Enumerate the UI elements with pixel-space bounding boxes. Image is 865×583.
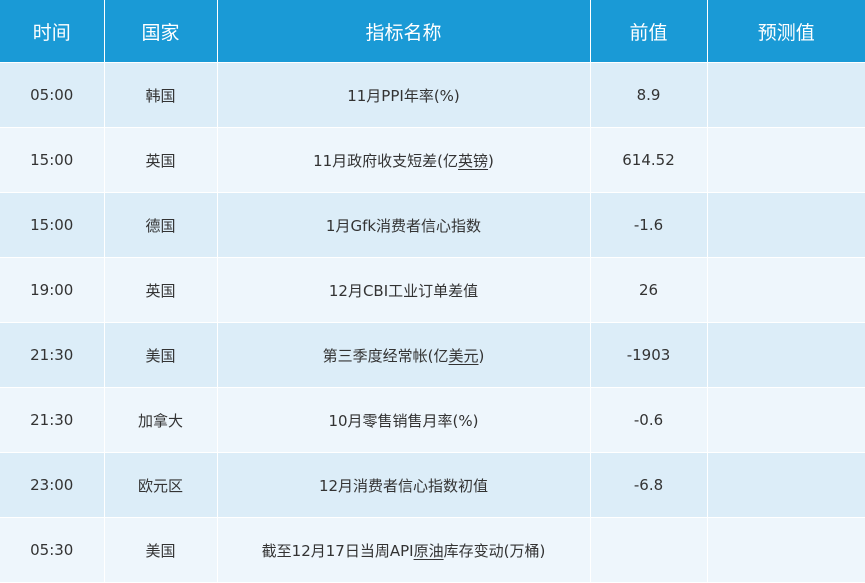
indicator-text: 截至12月17日当周API (261, 541, 414, 560)
header-time: 时间 (0, 0, 105, 63)
cell-forecast (707, 452, 865, 518)
table-row: 05:30 美国 截至12月17日当周API原油库存变动(万桶) (0, 517, 865, 583)
cell-indicator-name: 第三季度经常帐(亿美元) (217, 322, 591, 388)
indicator-text: 10月零售销售月率(%) (328, 411, 479, 430)
indicator-text: 12月CBI工业订单差值 (328, 281, 479, 300)
cell-country: 欧元区 (104, 452, 218, 518)
cell-forecast (707, 127, 865, 193)
cell-previous: -0.6 (590, 387, 708, 453)
cell-forecast (707, 517, 865, 583)
table-row: 05:00 韩国 11月PPI年率(%) 8.9 (0, 62, 865, 128)
header-indicator-name: 指标名称 (217, 0, 591, 63)
cell-time: 05:00 (0, 62, 105, 128)
cell-indicator-name: 截至12月17日当周API原油库存变动(万桶) (217, 517, 591, 583)
cell-country: 英国 (104, 257, 218, 323)
cell-forecast (707, 62, 865, 128)
indicator-text-tail: 库存变动(万桶) (443, 541, 546, 560)
cell-indicator-name: 10月零售销售月率(%) (217, 387, 591, 453)
cell-previous: -1.6 (590, 192, 708, 258)
cell-forecast (707, 257, 865, 323)
cell-previous: 26 (590, 257, 708, 323)
cell-time: 15:00 (0, 127, 105, 193)
economic-calendar-table: 时间 国家 指标名称 前值 预测值 05:00 韩国 11月PPI年率(%) 8… (0, 0, 865, 583)
table-row: 23:00 欧元区 12月消费者信心指数初值 -6.8 (0, 452, 865, 518)
table-row: 21:30 美国 第三季度经常帐(亿美元) -1903 (0, 322, 865, 388)
indicator-text: 1月Gfk消费者信心指数 (325, 216, 482, 235)
cell-forecast (707, 192, 865, 258)
table-header: 时间 国家 指标名称 前值 预测值 (0, 0, 865, 63)
indicator-link[interactable]: 英镑 (458, 152, 488, 170)
cell-time: 21:30 (0, 322, 105, 388)
cell-indicator-name: 12月消费者信心指数初值 (217, 452, 591, 518)
cell-time: 21:30 (0, 387, 105, 453)
cell-indicator-name: 12月CBI工业订单差值 (217, 257, 591, 323)
cell-previous (590, 517, 708, 583)
table-row: 19:00 英国 12月CBI工业订单差值 26 (0, 257, 865, 323)
table-row: 15:00 德国 1月Gfk消费者信心指数 -1.6 (0, 192, 865, 258)
cell-previous: -1903 (590, 322, 708, 388)
cell-previous: 8.9 (590, 62, 708, 128)
indicator-text: 第三季度经常帐(亿 (322, 346, 449, 365)
indicator-text-tail: ) (488, 151, 494, 170)
cell-country: 德国 (104, 192, 218, 258)
cell-indicator-name: 1月Gfk消费者信心指数 (217, 192, 591, 258)
header-row: 时间 国家 指标名称 前值 预测值 (0, 0, 865, 63)
cell-previous: 614.52 (590, 127, 708, 193)
cell-indicator-name: 11月PPI年率(%) (217, 62, 591, 128)
cell-country: 韩国 (104, 62, 218, 128)
cell-previous: -6.8 (590, 452, 708, 518)
cell-country: 英国 (104, 127, 218, 193)
indicator-link[interactable]: 原油 (414, 542, 444, 560)
table-row: 15:00 英国 11月政府收支短差(亿英镑) 614.52 (0, 127, 865, 193)
indicator-text: 11月PPI年率(%) (347, 86, 460, 105)
header-forecast-value: 预测值 (707, 0, 865, 63)
indicator-text-tail: ) (478, 346, 485, 365)
cell-time: 05:30 (0, 517, 105, 583)
cell-indicator-name: 11月政府收支短差(亿英镑) (217, 127, 591, 193)
cell-time: 15:00 (0, 192, 105, 258)
header-country: 国家 (104, 0, 218, 63)
indicator-text: 11月政府收支短差(亿 (313, 151, 459, 170)
indicator-text: 12月消费者信心指数初值 (318, 476, 489, 495)
cell-forecast (707, 387, 865, 453)
cell-country: 美国 (104, 322, 218, 388)
table-row: 21:30 加拿大 10月零售销售月率(%) -0.6 (0, 387, 865, 453)
cell-time: 19:00 (0, 257, 105, 323)
table-body: 05:00 韩国 11月PPI年率(%) 8.9 15:00 英国 11月政府收… (0, 62, 865, 583)
cell-country: 加拿大 (104, 387, 218, 453)
cell-forecast (707, 322, 865, 388)
cell-time: 23:00 (0, 452, 105, 518)
indicator-link[interactable]: 美元 (448, 347, 478, 365)
cell-country: 美国 (104, 517, 218, 583)
header-previous-value: 前值 (590, 0, 708, 63)
